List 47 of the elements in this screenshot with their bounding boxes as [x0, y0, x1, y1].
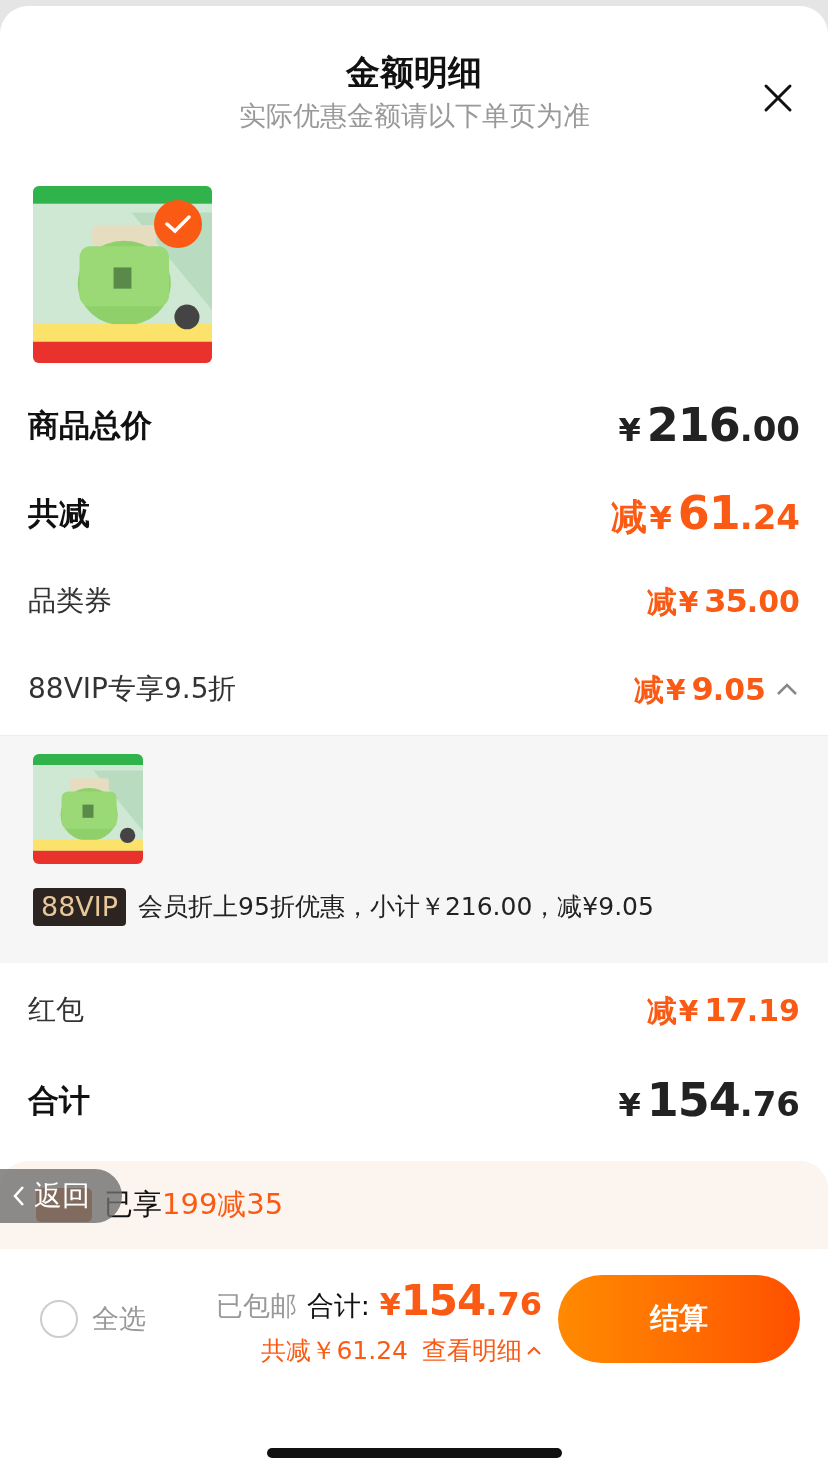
discount-label: 减	[646, 992, 677, 1030]
price-integer: 154	[646, 1071, 740, 1129]
select-all-label: 全选	[92, 1301, 146, 1336]
vip-badge: 88VIP	[33, 888, 127, 926]
row-label: 品类券	[28, 583, 112, 619]
price-decimal: .24	[739, 495, 800, 539]
row-label: 88VIP专享9.5折	[28, 671, 237, 707]
select-all-radio[interactable]	[40, 1300, 78, 1338]
savings-text: 共减￥61.24	[261, 1334, 408, 1367]
currency-symbol: ¥	[649, 497, 672, 539]
currency-symbol: ¥	[618, 1084, 641, 1126]
price-decimal: .00	[746, 583, 800, 621]
checkout-button[interactable]: 结算	[558, 1275, 800, 1363]
row-label: 商品总价	[28, 405, 152, 445]
close-icon	[762, 82, 794, 114]
row-label: 合计	[28, 1080, 90, 1120]
back-icon	[12, 1185, 26, 1207]
close-button[interactable]	[762, 82, 794, 114]
currency-symbol: ¥	[678, 994, 699, 1030]
price-integer: 154	[400, 1274, 486, 1327]
chevron-up-icon	[776, 682, 798, 696]
price-integer: 17	[704, 990, 747, 1031]
price-decimal: .76	[739, 1082, 800, 1126]
sheet-title: 金额明细	[346, 51, 482, 94]
currency-symbol: ¥	[379, 1285, 401, 1324]
currency-symbol: ¥	[618, 409, 641, 451]
shipping-label: 已包邮	[215, 1288, 297, 1323]
price-integer: 61	[677, 484, 740, 542]
sheet-subtitle: 实际优惠金额请以下单页为准	[238, 99, 590, 133]
total-label: 合计:	[306, 1288, 370, 1323]
chevron-up-icon	[526, 1345, 542, 1356]
discount-description: 会员折上95折优惠，小计￥216.00，减¥9.05	[138, 891, 654, 924]
price-integer: 9	[691, 669, 713, 710]
currency-symbol: ¥	[666, 673, 686, 709]
discount-label: 减	[634, 671, 665, 709]
price-integer: 216	[646, 396, 740, 454]
discount-label: 减	[646, 583, 677, 621]
row-label: 红包	[28, 992, 84, 1028]
price-decimal: .05	[712, 671, 766, 709]
price-decimal: .19	[746, 992, 800, 1030]
row-label: 共减	[28, 493, 90, 533]
price-integer: 35	[704, 581, 747, 622]
price-decimal: .76	[485, 1283, 542, 1325]
price-decimal: .00	[739, 407, 800, 451]
view-details-link[interactable]: 查看明细	[422, 1331, 542, 1370]
discount-label: 减	[611, 494, 648, 539]
currency-symbol: ¥	[678, 585, 699, 621]
